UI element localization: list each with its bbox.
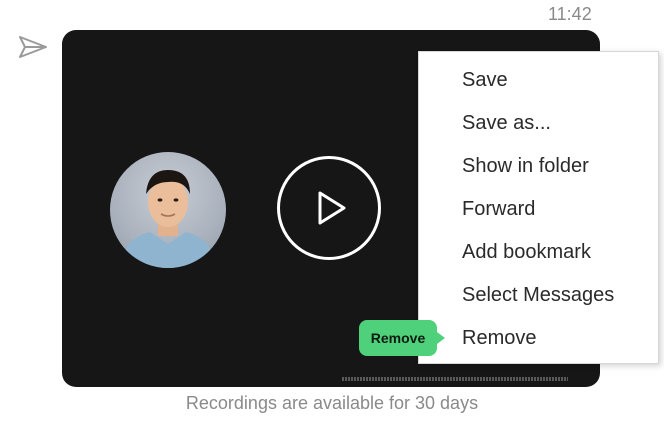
menu-item-show-in-folder[interactable]: Show in folder [419, 145, 658, 188]
avatar [110, 152, 226, 268]
menu-item-remove[interactable]: Remove [419, 317, 658, 360]
recording-availability-note: Recordings are available for 30 days [185, 393, 479, 413]
recording-waveform [342, 377, 568, 381]
menu-item-select-messages[interactable]: Select Messages [419, 274, 658, 317]
menu-item-save[interactable]: Save [419, 59, 658, 102]
menu-item-add-bookmark[interactable]: Add bookmark [419, 231, 658, 274]
send-icon [19, 36, 47, 58]
play-icon [318, 191, 346, 225]
play-button[interactable] [277, 156, 381, 260]
menu-item-forward[interactable]: Forward [419, 188, 658, 231]
message-timestamp: 11:42 [548, 4, 592, 24]
context-menu: Save Save as... Show in folder Forward A… [418, 51, 659, 364]
remove-tooltip: Remove [359, 320, 445, 356]
menu-item-save-as[interactable]: Save as... [419, 102, 658, 145]
